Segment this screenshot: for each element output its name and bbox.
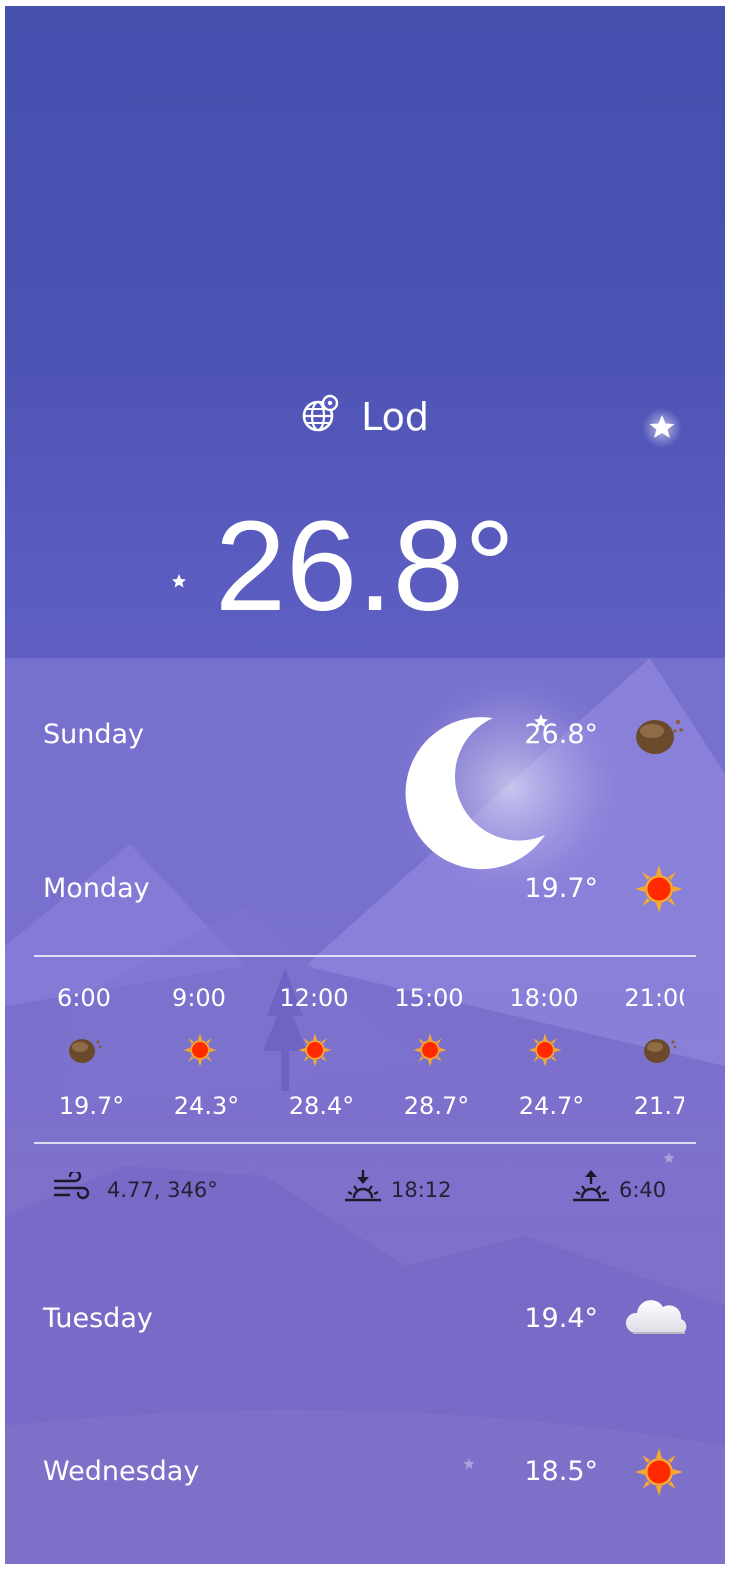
hour-time: 9:00	[172, 984, 226, 1012]
day-name: Tuesday	[43, 1303, 153, 1334]
sun-icon	[528, 1033, 562, 1067]
hour-temperature: 24.3°	[173, 1092, 240, 1120]
hour-temperature: 21.7°	[633, 1092, 684, 1120]
moon-cloud-icon	[636, 719, 683, 754]
day-row-wednesday[interactable]: Wednesday 18.5°	[43, 1446, 693, 1496]
day-row-monday[interactable]: Monday 19.7°	[43, 863, 693, 913]
sun-icon	[183, 1033, 217, 1067]
hourly-item: 9:00 24.3°	[149, 972, 264, 1132]
day-name: Sunday	[43, 719, 145, 750]
hour-temperature: 28.4°	[288, 1092, 355, 1120]
sunset-time: 18:12	[391, 1178, 452, 1202]
sun-icon	[635, 865, 683, 913]
hour-time: 12:00	[279, 984, 349, 1012]
sunset-icon	[345, 1170, 381, 1202]
hourly-item: 12:00 28.4°	[264, 972, 379, 1132]
hour-time: 6:00	[57, 984, 111, 1012]
hourly-item: 18:00 24.7°	[494, 972, 609, 1132]
hour-temperature: 19.7°	[58, 1092, 125, 1120]
hour-time: 15:00	[394, 984, 464, 1012]
day-name: Monday	[43, 873, 150, 904]
day-row-tuesday[interactable]: Tuesday 19.4°	[43, 1293, 693, 1343]
divider	[34, 1142, 696, 1144]
current-temperature: 26.8°	[214, 495, 516, 638]
cloud-icon	[625, 1300, 687, 1334]
sunrise-icon	[573, 1170, 609, 1202]
wind-value: 4.77, 346°	[107, 1178, 218, 1202]
weather-details: 4.77, 346° 18:12 6:40	[5, 1164, 725, 1214]
hour-time: 21:00	[624, 984, 684, 1012]
day-row-sunday[interactable]: Sunday 26.8°	[43, 709, 693, 759]
divider	[34, 955, 696, 957]
day-temperature: 19.4°	[524, 1303, 598, 1334]
day-name: Wednesday	[43, 1456, 200, 1487]
location-name: Lod	[361, 395, 429, 439]
day-temperature: 19.7°	[524, 873, 598, 904]
hourly-item: 15:00 28.7°	[379, 972, 494, 1132]
sunrise-time: 6:40	[619, 1178, 667, 1202]
hour-temperature: 24.7°	[518, 1092, 585, 1120]
hourly-item: 6:00 19.7°	[34, 972, 149, 1132]
wind-icon	[53, 1172, 90, 1200]
weather-app: Lod 26.8° Sunday 26.8° Monday 19.7° 6:00…	[5, 6, 725, 1564]
day-temperature: 26.8°	[524, 719, 598, 750]
location-header[interactable]: Lod	[5, 392, 725, 442]
sun-icon	[413, 1033, 447, 1067]
sun-icon	[298, 1033, 332, 1067]
hour-temperature: 28.7°	[403, 1092, 470, 1120]
moon-cloud-icon	[69, 1039, 102, 1063]
hour-time: 18:00	[509, 984, 579, 1012]
day-temperature: 18.5°	[524, 1456, 598, 1487]
moon-cloud-icon	[644, 1039, 677, 1063]
hourly-forecast[interactable]: 6:00 19.7° 9:00 24.3° 12:00 28.4° 15:00 …	[34, 972, 684, 1132]
sun-icon	[635, 1448, 683, 1496]
globe-location-icon	[302, 394, 339, 432]
hourly-item: 21:00 21.7°	[609, 972, 684, 1132]
